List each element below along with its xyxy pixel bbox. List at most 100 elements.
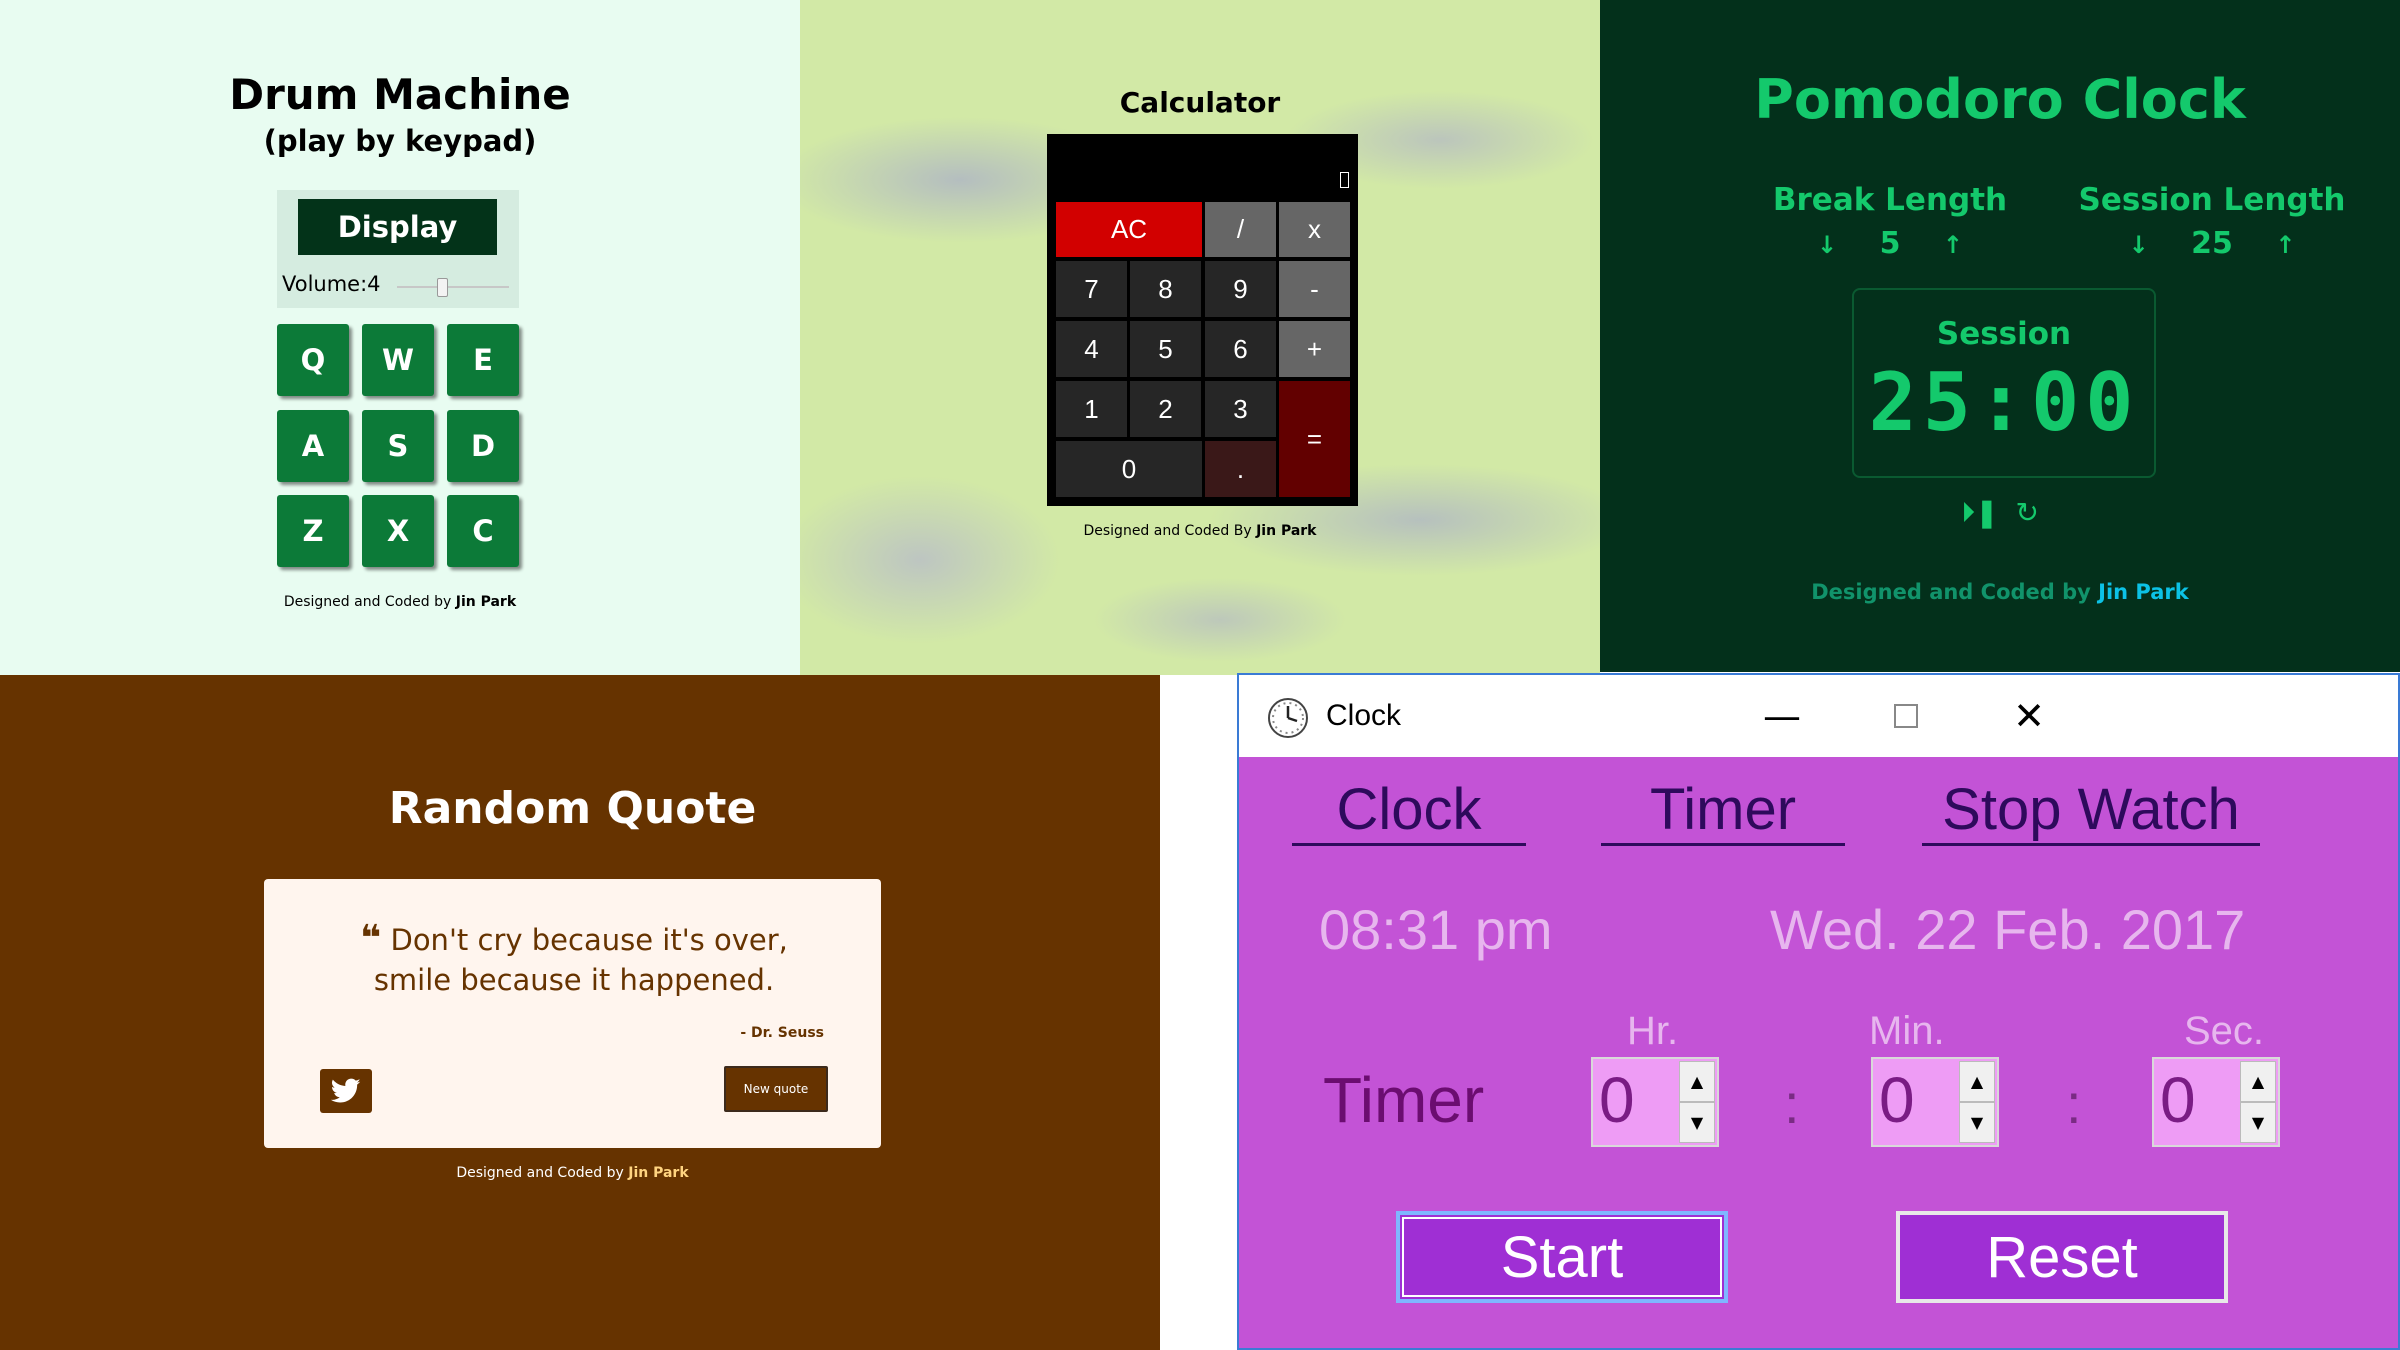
close-icon: ✕	[2013, 694, 2045, 738]
second-stepper[interactable]: 0 ▲ ▼	[2152, 1057, 2280, 1147]
hour-stepper-arrows: ▲ ▼	[1679, 1061, 1715, 1143]
six-button[interactable]: 6	[1205, 321, 1276, 377]
arrow-down-icon[interactable]: ▼	[2240, 1102, 2276, 1143]
quote-author: - Dr. Seuss	[740, 1025, 824, 1041]
four-button[interactable]: 4	[1056, 321, 1127, 377]
minute-stepper[interactable]: 0 ▲ ▼	[1871, 1057, 1999, 1147]
drum-machine-title: Drum Machine	[229, 70, 571, 119]
quote-mark-icon: ❝	[360, 918, 382, 959]
arrow-down-icon[interactable]: ▼	[1959, 1102, 1995, 1143]
minimize-icon: —	[1763, 694, 1801, 738]
arrow-up-icon[interactable]: ▲	[2240, 1061, 2276, 1102]
random-quote-title: Random Quote	[388, 783, 757, 834]
quote-credit: Designed and Coded by Jin Park	[0, 1165, 1145, 1181]
minute-stepper-arrows: ▲ ▼	[1959, 1061, 1995, 1143]
decimal-button[interactable]: .	[1205, 441, 1276, 497]
calculator-body: AC / x 7 8 9 - 4 5 6 + 1 2 3 = 0 .	[1047, 134, 1358, 506]
break-length-value: 5	[1879, 226, 1901, 261]
minus-button[interactable]: -	[1279, 261, 1350, 317]
credit-prefix: Designed and Coded by	[283, 594, 452, 610]
quote-card: ❝ Don't cry because it's over, smile bec…	[264, 879, 881, 1148]
break-length-control: ↓ 5 ↑	[1740, 226, 2040, 261]
equals-button[interactable]: =	[1279, 381, 1350, 497]
three-button[interactable]: 3	[1205, 381, 1276, 437]
arrow-up-icon[interactable]: ↑	[2275, 231, 2295, 259]
seven-button[interactable]: 7	[1056, 261, 1127, 317]
reset-button[interactable]: Reset	[1896, 1211, 2228, 1303]
drum-pad-x[interactable]: X	[362, 495, 434, 567]
new-quote-button[interactable]: New quote	[724, 1066, 828, 1112]
credit-name: Jin Park	[628, 1165, 689, 1181]
timer-controls: ⏵❚ ↻	[1600, 496, 2400, 530]
credit-name: Jin Park	[1256, 523, 1317, 539]
drum-machine-panel: Drum Machine (play by keypad) Display Vo…	[0, 0, 800, 675]
credit-prefix: Designed and Coded by	[1811, 580, 2091, 604]
second-unit-label: Sec.	[2184, 1009, 2265, 1053]
second-stepper-arrows: ▲ ▼	[2240, 1061, 2276, 1143]
volume-slider-track[interactable]	[397, 286, 509, 288]
drum-pad-a[interactable]: A	[277, 410, 349, 482]
session-length-control: ↓ 25 ↑	[2062, 226, 2362, 261]
credit-prefix: Designed and Coded By	[1083, 523, 1252, 539]
credit-prefix: Designed and Coded by	[456, 1165, 624, 1181]
tab-clock[interactable]: Clock	[1292, 777, 1526, 846]
drum-credit: Designed and Coded by Jin Park	[0, 594, 800, 610]
hour-stepper[interactable]: 0 ▲ ▼	[1591, 1057, 1719, 1147]
drum-pad-q[interactable]: Q	[277, 324, 349, 396]
volume-slider-thumb[interactable]	[437, 278, 448, 297]
minute-unit-label: Min.	[1869, 1009, 1945, 1053]
five-button[interactable]: 5	[1130, 321, 1201, 377]
pomodoro-title: Pomodoro Clock	[1754, 68, 2246, 131]
arrow-up-icon[interactable]: ▲	[1679, 1061, 1715, 1102]
two-button[interactable]: 2	[1130, 381, 1201, 437]
timer-value: 25:00	[1868, 356, 2140, 449]
tab-timer[interactable]: Timer	[1601, 777, 1845, 846]
drum-pad-e[interactable]: E	[447, 324, 519, 396]
eight-button[interactable]: 8	[1130, 261, 1201, 317]
session-length-label: Session Length	[2078, 182, 2346, 218]
window-title: Clock	[1326, 699, 1402, 732]
arrow-down-icon[interactable]: ↓	[1817, 231, 1837, 259]
volume-label: Volume:4	[282, 272, 381, 296]
tweet-button[interactable]	[320, 1069, 372, 1113]
calculator-display	[1340, 172, 1349, 188]
hour-unit-label: Hr.	[1627, 1009, 1679, 1053]
quote-text: Don't cry because it's over, smile becau…	[373, 923, 788, 997]
quote-text-block: ❝ Don't cry because it's over, smile bec…	[324, 919, 824, 1000]
minute-value: 0	[1879, 1064, 1915, 1136]
hour-value: 0	[1599, 1064, 1635, 1136]
arrow-up-icon[interactable]: ▲	[1959, 1061, 1995, 1102]
maximize-button[interactable]	[1876, 689, 1936, 743]
zero-button[interactable]: 0	[1056, 441, 1202, 497]
minimize-button[interactable]: —	[1752, 689, 1812, 743]
arrow-down-icon[interactable]: ↓	[2129, 231, 2149, 259]
play-pause-icon[interactable]: ⏵❚	[1961, 496, 1998, 529]
current-date: Wed. 22 Feb. 2017	[1770, 898, 2246, 961]
drum-pad-c[interactable]: C	[447, 495, 519, 567]
time-separator: :	[2066, 1072, 2082, 1135]
timer-display-box: Session 25:00	[1852, 288, 2156, 478]
plus-button[interactable]: +	[1279, 321, 1350, 377]
ac-button[interactable]: AC	[1056, 202, 1202, 257]
random-quote-panel: Random Quote ❝ Don't cry because it's ov…	[0, 675, 1160, 1350]
drum-pad-z[interactable]: Z	[277, 495, 349, 567]
arrow-down-icon[interactable]: ▼	[1679, 1102, 1715, 1143]
drum-pad-d[interactable]: D	[447, 410, 519, 482]
nine-button[interactable]: 9	[1205, 261, 1276, 317]
arrow-up-icon[interactable]: ↑	[1943, 231, 1963, 259]
drum-pad-w[interactable]: W	[362, 324, 434, 396]
calculator-credit: Designed and Coded By Jin Park	[800, 523, 1600, 539]
session-length-value: 25	[2191, 226, 2233, 261]
divide-button[interactable]: /	[1205, 202, 1276, 257]
one-button[interactable]: 1	[1056, 381, 1127, 437]
multiply-button[interactable]: x	[1279, 202, 1350, 257]
tab-stop-watch[interactable]: Stop Watch	[1922, 777, 2260, 846]
drum-pad-s[interactable]: S	[362, 410, 434, 482]
timer-label: Session	[1936, 316, 2072, 352]
close-button[interactable]: ✕	[1999, 689, 2059, 743]
refresh-icon[interactable]: ↻	[2015, 496, 2038, 529]
start-button[interactable]: Start	[1396, 1211, 1728, 1303]
calculator-panel: Calculator AC / x 7 8 9 - 4 5 6 + 1 2 3 …	[800, 0, 1600, 675]
clock-window: Clock — ✕ Clock Timer Stop Watch 08:31 p…	[1237, 673, 2400, 1350]
pomodoro-panel: Pomodoro Clock Break Length ↓ 5 ↑ Sessio…	[1600, 0, 2400, 672]
